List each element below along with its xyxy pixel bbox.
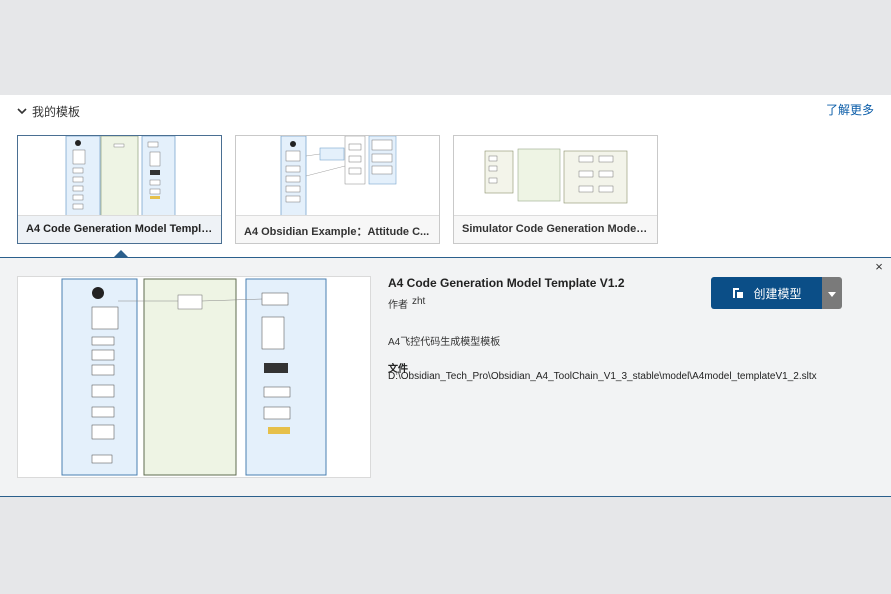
author-label: 作者 bbox=[388, 300, 408, 311]
template-thumbnail bbox=[454, 136, 657, 216]
section-title: 我的模板 bbox=[32, 104, 81, 119]
template-thumbnail bbox=[18, 136, 221, 216]
file-path: D:\Obsidian_Tech_Pro\Obsidian_A4_ToolCha… bbox=[388, 371, 817, 382]
chevron-down-icon bbox=[16, 105, 28, 117]
create-model-label: 创建模型 bbox=[753, 286, 802, 301]
template-card-label: A4 Obsidian Example：Attitude C... bbox=[236, 215, 439, 243]
learn-more-link[interactable]: 了解更多 bbox=[826, 101, 874, 118]
author-name: zht bbox=[412, 296, 426, 307]
template-card-label: A4 Code Generation Model Templa... bbox=[18, 215, 221, 243]
template-details-panel: × A4 Code Generation Model Template V1.2… bbox=[0, 257, 891, 497]
template-card-a4-code-generation[interactable]: A4 Code Generation Model Templa... bbox=[17, 135, 222, 244]
template-author: 作者 zht bbox=[388, 296, 688, 311]
template-thumbnail bbox=[236, 136, 439, 216]
template-description: A4飞控代码生成模型模板 bbox=[388, 337, 501, 348]
create-model-icon bbox=[731, 286, 745, 300]
caret-down-icon bbox=[828, 284, 836, 302]
template-card-simulator-code-generation[interactable]: Simulator Code Generation Model ... bbox=[453, 135, 658, 244]
template-info: A4 Code Generation Model Template V1.2 作… bbox=[388, 276, 688, 375]
template-title: A4 Code Generation Model Template V1.2 bbox=[388, 276, 625, 290]
template-card-a4-obsidian-example[interactable]: A4 Obsidian Example：Attitude C... bbox=[235, 135, 440, 244]
create-model-dropdown[interactable] bbox=[822, 277, 842, 309]
create-model-button[interactable]: 创建模型 bbox=[711, 277, 822, 309]
template-preview bbox=[17, 276, 371, 478]
section-toggle[interactable]: 我的模板 bbox=[16, 103, 80, 119]
my-templates-section: 我的模板 了解更多 A4 Code Generation Model Templ… bbox=[0, 95, 891, 497]
template-card-label: Simulator Code Generation Model ... bbox=[454, 215, 657, 243]
close-icon[interactable]: × bbox=[872, 260, 886, 274]
